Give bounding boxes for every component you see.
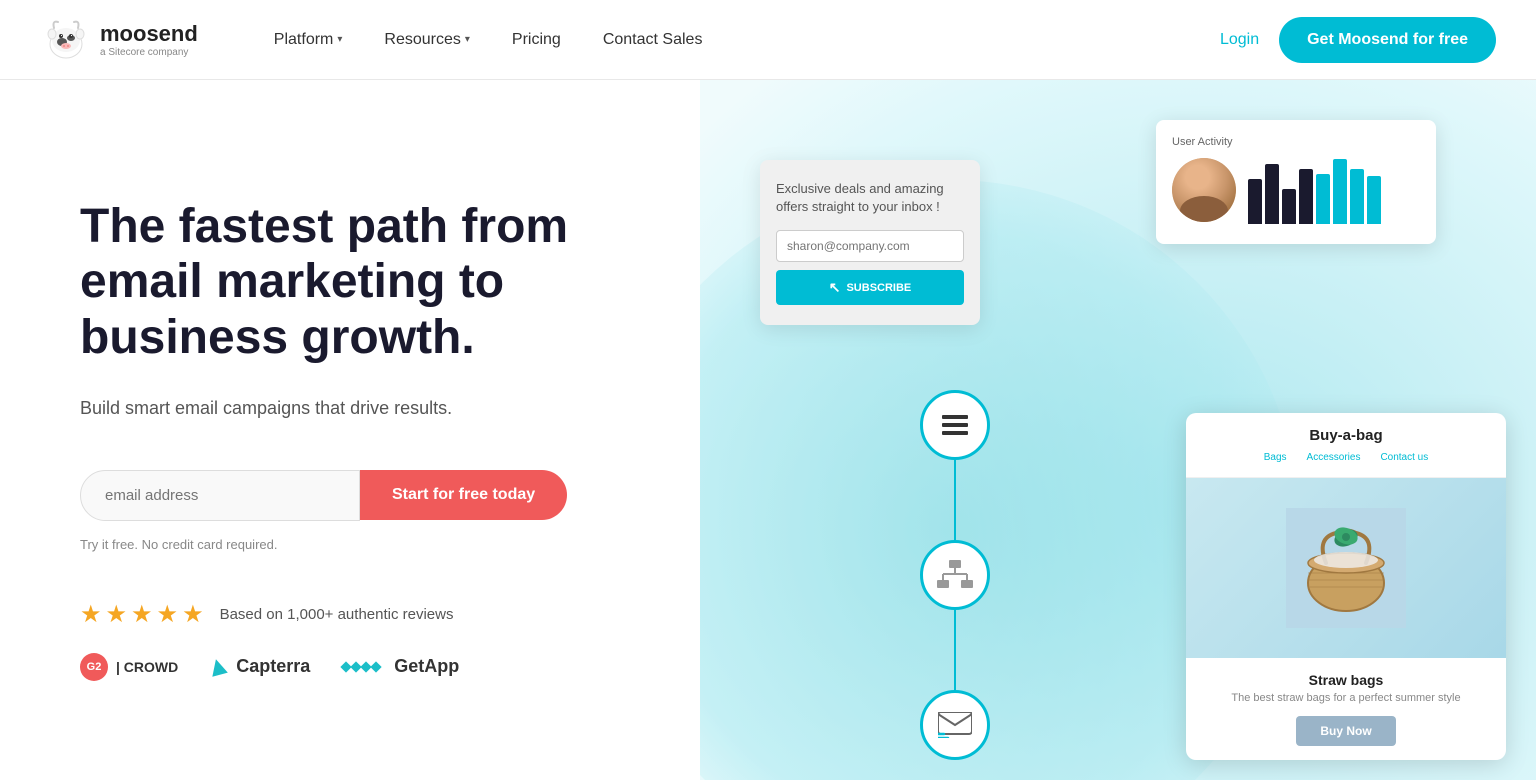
bar-1 [1248, 179, 1262, 224]
flow-line-1 [954, 460, 956, 540]
email-input[interactable] [80, 470, 360, 521]
bar-4 [1299, 169, 1313, 224]
star-rating: ★ ★ ★ ★ ★ [80, 600, 204, 629]
product-info: Straw bags The best straw bags for a per… [1186, 658, 1506, 760]
star-3: ★ [131, 600, 153, 629]
bar-8 [1367, 176, 1381, 224]
nav-resources[interactable]: Resources ▾ [368, 23, 486, 57]
review-text: Based on 1,000+ authentic reviews [220, 606, 454, 623]
star-1: ★ [80, 600, 102, 629]
product-nav-accessories[interactable]: Accessories [1307, 452, 1361, 463]
getapp-badge: GetApp [342, 656, 459, 677]
nav-contact-sales[interactable]: Contact Sales [587, 23, 719, 57]
getapp-icon [342, 663, 380, 671]
flow-node-3 [920, 690, 990, 760]
nav-platform[interactable]: Platform ▾ [258, 23, 359, 57]
star-2: ★ [106, 600, 128, 629]
hero-right: Exclusive deals and amazing offers strai… [700, 80, 1536, 780]
g2-badge: G2 | CROWD [80, 653, 178, 681]
hero-left: The fastest path from email marketing to… [0, 80, 700, 780]
flow-node-1 [920, 390, 990, 460]
email-icon [938, 712, 972, 738]
free-note: Try it free. No credit card required. [80, 537, 640, 552]
nav-links: Platform ▾ Resources ▾ Pricing Contact S… [258, 23, 1220, 57]
logo[interactable]: moosend a Sitecore company [40, 14, 198, 66]
activity-content [1172, 158, 1420, 228]
capterra-label: Capterra [236, 656, 310, 677]
activity-chart [1248, 158, 1420, 228]
subscribe-button[interactable]: ↖ SUBSCRIBE [776, 270, 964, 305]
user-activity-card: User Activity [1156, 120, 1436, 244]
capterra-icon [208, 657, 228, 677]
star-4: ★ [157, 600, 179, 629]
buy-now-button[interactable]: Buy Now [1296, 716, 1395, 746]
nav-pricing[interactable]: Pricing [496, 23, 577, 57]
login-button[interactable]: Login [1220, 31, 1259, 49]
capterra-badge: Capterra [210, 656, 310, 677]
product-card-header: Buy-a-bag Bags Accessories Contact us [1186, 413, 1506, 478]
reviews-row: ★ ★ ★ ★ ★ Based on 1,000+ authentic revi… [80, 600, 640, 629]
product-card-nav: Bags Accessories Contact us [1206, 452, 1486, 463]
g2-icon: G2 [80, 653, 108, 681]
subscribe-card-text: Exclusive deals and amazing offers strai… [776, 180, 964, 216]
cursor-icon: ↖ [829, 279, 841, 296]
bar-6 [1333, 159, 1347, 224]
email-form: Start for free today [80, 470, 640, 521]
g2-label: | CROWD [116, 659, 178, 675]
hero-subtitle: Build smart email campaigns that drive r… [80, 395, 640, 422]
badges-row: G2 | CROWD Capterra GetApp [80, 653, 640, 681]
product-image [1186, 478, 1506, 658]
logo-sub: a Sitecore company [100, 47, 198, 58]
avatar [1172, 158, 1236, 222]
bar-5 [1316, 174, 1330, 224]
product-name: Straw bags [1206, 672, 1486, 688]
product-nav-bags[interactable]: Bags [1264, 452, 1287, 463]
star-5: ★ [182, 600, 204, 629]
start-free-button[interactable]: Start for free today [360, 470, 567, 520]
product-nav-contact[interactable]: Contact us [1380, 452, 1428, 463]
org-chart-icon [937, 560, 973, 590]
product-desc: The best straw bags for a perfect summer… [1206, 692, 1486, 704]
hero-section: The fastest path from email marketing to… [0, 80, 1536, 780]
getapp-label: GetApp [394, 656, 459, 677]
form-icon [940, 413, 970, 437]
navbar: moosend a Sitecore company Platform ▾ Re… [0, 0, 1536, 80]
chevron-down-icon: ▾ [465, 34, 470, 45]
subscribe-card: Exclusive deals and amazing offers strai… [760, 160, 980, 325]
bar-2 [1265, 164, 1279, 224]
bar-3 [1282, 189, 1296, 224]
hero-title: The fastest path from email marketing to… [80, 199, 640, 365]
logo-text: moosend a Sitecore company [100, 21, 198, 58]
bar-7 [1350, 169, 1364, 224]
get-moosend-button[interactable]: Get Moosend for free [1279, 17, 1496, 63]
activity-title: User Activity [1172, 136, 1420, 148]
chevron-down-icon: ▾ [337, 34, 342, 45]
nav-right: Login Get Moosend for free [1220, 17, 1496, 63]
product-brand: Buy-a-bag [1206, 427, 1486, 444]
flow-node-2 [920, 540, 990, 610]
logo-icon [40, 14, 92, 66]
subscribe-email-input[interactable] [776, 230, 964, 262]
product-card: Buy-a-bag Bags Accessories Contact us [1186, 413, 1506, 760]
bag-illustration [1286, 508, 1406, 628]
flow-line-2 [954, 610, 956, 690]
logo-name: moosend [100, 21, 198, 47]
